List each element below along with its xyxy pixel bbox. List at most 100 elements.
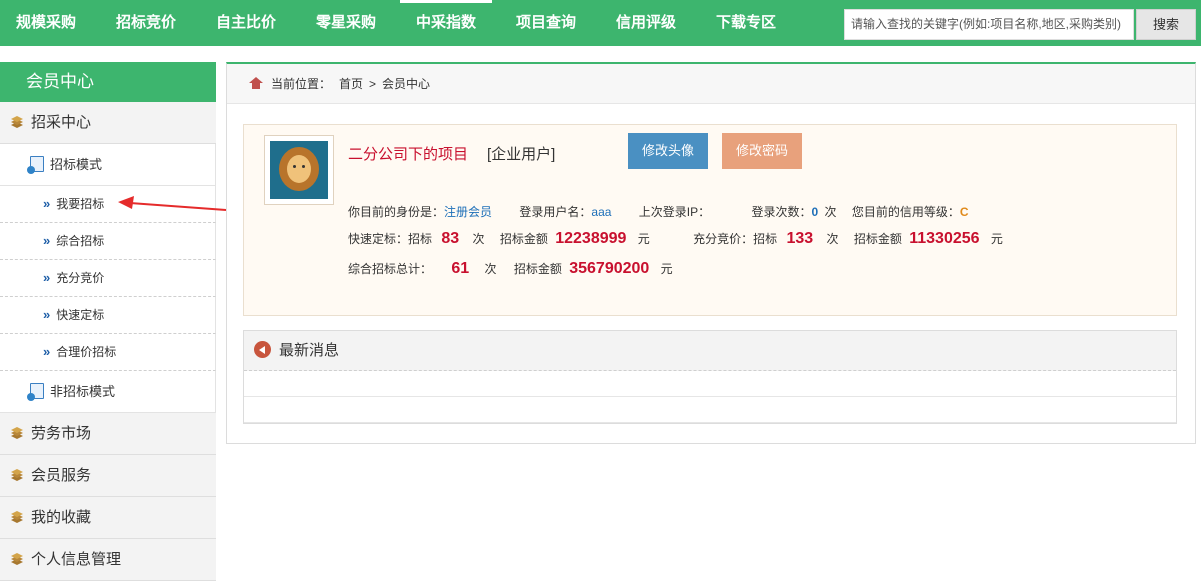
home-icon <box>249 77 263 89</box>
nav-item-xiangmu[interactable]: 项目查询 <box>500 0 592 46</box>
list-item <box>244 397 1176 423</box>
profile-name: 二分公司下的项目 <box>348 146 469 163</box>
breadcrumb: 当前位置： 首页 > 会员中心 <box>227 64 1195 104</box>
search-input[interactable]: 请输入查找的关键字(例如:项目名称,地区,采购类别) <box>844 9 1134 40</box>
login-count-value: 0 <box>811 205 819 219</box>
compete-amount-label: 招标金额 <box>853 232 902 246</box>
layers-icon <box>10 553 24 565</box>
sidebar-cat-geren[interactable]: 个人信息管理 <box>0 539 216 581</box>
sidebar-leaf-label: 合理价招标 <box>56 345 117 359</box>
sidebar-cat-label: 招采中心 <box>31 114 92 131</box>
nav-item-guimo[interactable]: 规模采购 <box>0 0 92 46</box>
total-amount-unit: 元 <box>660 262 673 276</box>
total-amount: 356790200 <box>569 260 650 277</box>
sidebar-leaf-label: 综合招标 <box>56 234 105 248</box>
sidebar-cat-laowu[interactable]: 劳务市场 <box>0 413 216 455</box>
total-label: 综合招标总计： <box>348 262 433 276</box>
fast-count: 83 <box>441 230 460 247</box>
main-panel: 当前位置： 首页 > 会员中心 二分公司下的项目 [企业用户] 修改头像 修改密码 你… <box>226 62 1196 444</box>
double-chevron-icon: » <box>43 307 51 322</box>
double-chevron-icon: » <box>43 233 51 248</box>
sidebar-leaf-label: 快速定标 <box>56 308 105 322</box>
fast-amount-label: 招标金额 <box>499 232 548 246</box>
total-amount-label: 招标金额 <box>513 262 562 276</box>
top-nav: 规模采购 招标竞价 自主比价 零星采购 中采指数 项目查询 信用评级 下载专区 … <box>0 0 1201 46</box>
breadcrumb-current: 会员中心 <box>382 77 431 91</box>
change-avatar-button[interactable]: 修改头像 <box>628 133 708 169</box>
news-title: 最新消息 <box>279 342 340 359</box>
sidebar-sub-label: 招标模式 <box>50 157 103 172</box>
compete-amount: 11330256 <box>909 230 980 247</box>
list-item <box>244 371 1176 397</box>
compete-count-unit: 次 <box>826 232 839 246</box>
breadcrumb-home-link[interactable]: 首页 <box>339 77 363 91</box>
speaker-icon <box>254 341 271 358</box>
sidebar-cat-label: 会员服务 <box>31 467 92 484</box>
username-value: aaa <box>591 205 612 219</box>
nav-item-zhongcai[interactable]: 中采指数 <box>400 0 492 46</box>
total-count: 61 <box>451 260 470 277</box>
total-count-unit: 次 <box>484 262 497 276</box>
compete-count: 133 <box>786 230 814 247</box>
sidebar-cat-shoucang[interactable]: 我的收藏 <box>0 497 216 539</box>
news-panel: 最新消息 <box>243 330 1177 424</box>
username-label: 登录用户名： <box>519 205 592 219</box>
change-password-button[interactable]: 修改密码 <box>722 133 802 169</box>
nav-item-lingxing[interactable]: 零星采购 <box>300 0 392 46</box>
nav-item-xiazai[interactable]: 下载专区 <box>700 0 792 46</box>
stats-line-2: 综合招标总计： 61 次 招标金额 356790200 元 <box>348 260 673 278</box>
fast-amount: 12238999 <box>555 230 627 247</box>
profile-role: [企业用户] <box>487 146 556 163</box>
sidebar-sub-feizhaobiao[interactable]: 非招标模式 <box>0 371 216 413</box>
login-count-unit: 次 <box>824 205 837 219</box>
breadcrumb-separator: > <box>369 77 377 91</box>
document-icon <box>27 383 44 401</box>
compete-amount-unit: 元 <box>990 232 1003 246</box>
document-icon <box>27 156 44 174</box>
sidebar-leaf-helijia[interactable]: » 合理价招标 <box>0 334 216 371</box>
lion-avatar-icon <box>270 141 328 199</box>
sidebar-header: 会员中心 <box>0 62 216 102</box>
identity-label: 你目前的身份是： <box>348 205 445 219</box>
sidebar-cat-label: 个人信息管理 <box>31 551 122 568</box>
sidebar-cat-label: 我的收藏 <box>31 509 92 526</box>
sidebar-cat-zhaocai[interactable]: 招采中心 <box>0 102 216 144</box>
fast-amount-unit: 元 <box>637 232 650 246</box>
double-chevron-icon: » <box>43 344 51 359</box>
news-header: 最新消息 <box>244 331 1176 371</box>
sidebar-leaf-zonghe[interactable]: » 综合招标 <box>0 223 216 260</box>
annotation-arrow-icon <box>118 196 227 211</box>
avatar <box>264 135 334 205</box>
nav-item-zhaobiao[interactable]: 招标竞价 <box>100 0 192 46</box>
sidebar-sub-zhaobiao[interactable]: 招标模式 <box>0 144 216 186</box>
breadcrumb-prefix: 当前位置： <box>271 77 332 91</box>
profile-info-line: 你目前的身份是：注册会员 登录用户名：aaa 上次登录IP： 登录次数：0 次 … <box>348 203 969 220</box>
identity-value: 注册会员 <box>444 205 493 219</box>
sidebar-leaf-chongfen[interactable]: » 充分竞价 <box>0 260 216 297</box>
layers-icon <box>10 511 24 523</box>
layers-icon <box>10 469 24 481</box>
sidebar-cat-label: 劳务市场 <box>31 425 92 442</box>
fast-label: 快速定标：招标 <box>348 232 433 246</box>
layers-icon <box>10 116 24 128</box>
credit-value: C <box>959 205 969 219</box>
search-button[interactable]: 搜索 <box>1136 9 1196 40</box>
double-chevron-icon: » <box>43 270 51 285</box>
sidebar-cat-huiyuan[interactable]: 会员服务 <box>0 455 216 497</box>
stats-line-1: 快速定标：招标 83 次 招标金额 12238999 元 充分竞价：招标 133… <box>348 230 1003 248</box>
layers-icon <box>10 427 24 439</box>
fast-count-unit: 次 <box>472 232 485 246</box>
double-chevron-icon: » <box>43 196 51 211</box>
login-count-label: 登录次数： <box>751 205 812 219</box>
sidebar-leaf-label: 我要招标 <box>56 197 105 211</box>
nav-item-zizhu[interactable]: 自主比价 <box>200 0 292 46</box>
sidebar-leaf-kuaisu[interactable]: » 快速定标 <box>0 297 216 334</box>
sidebar: 会员中心 招采中心 招标模式 » 我要招标 » 综合招标 » 充分竞价 » 快速定标 »… <box>0 62 216 581</box>
sidebar-leaf-label: 充分竞价 <box>56 271 105 285</box>
last-ip-label: 上次登录IP： <box>638 205 711 219</box>
sidebar-sub-label: 非招标模式 <box>50 384 116 399</box>
compete-label: 充分竞价：招标 <box>693 232 778 246</box>
nav-item-xinyong[interactable]: 信用评级 <box>600 0 692 46</box>
profile-panel: 二分公司下的项目 [企业用户] 修改头像 修改密码 你目前的身份是：注册会员 登… <box>243 124 1177 316</box>
credit-label: 您目前的信用等级： <box>851 205 960 219</box>
